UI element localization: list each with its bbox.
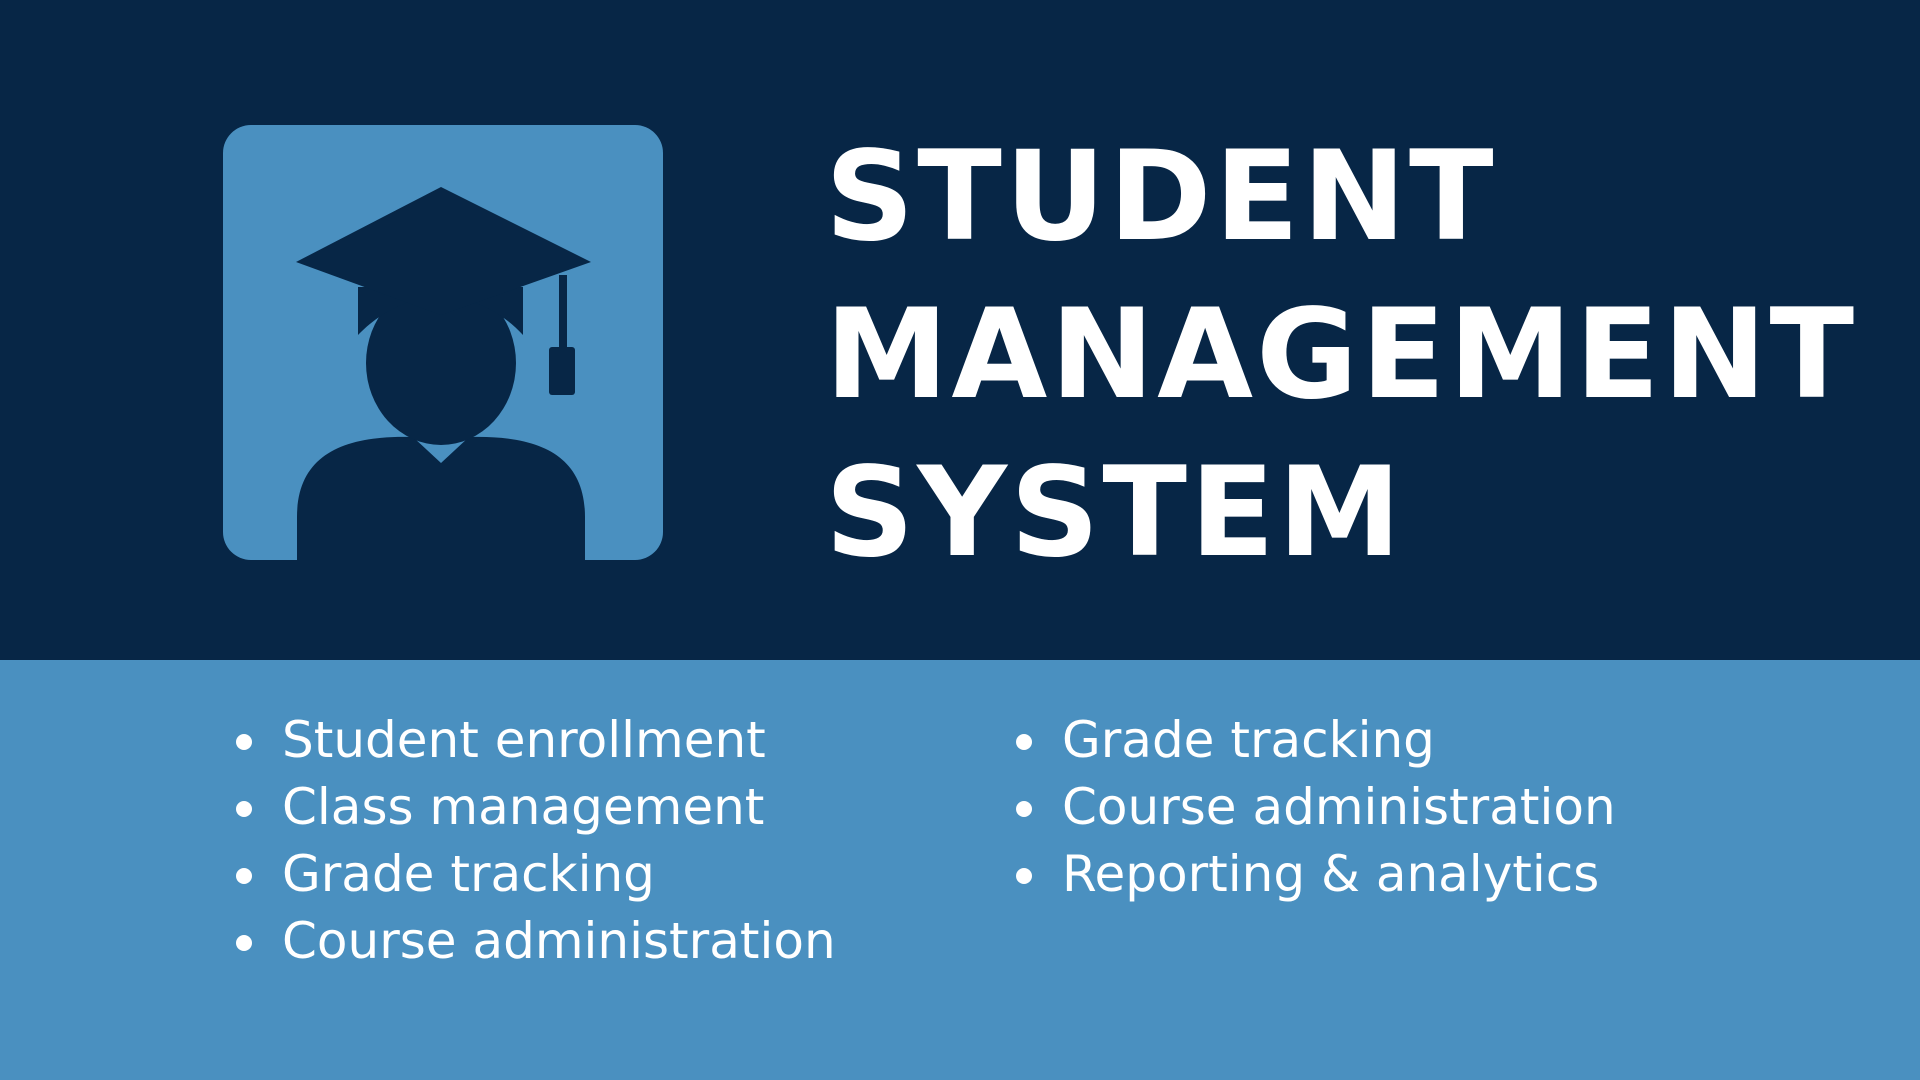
logo <box>223 125 663 560</box>
list-item: Course administration <box>1016 774 1616 841</box>
feature-list-right: Grade tracking Course administration Rep… <box>1016 707 1616 908</box>
feature-list-left: Student enrollment Class management Grad… <box>236 707 836 975</box>
title-line-1: STUDENT <box>825 125 1497 269</box>
list-item: Grade tracking <box>1016 707 1616 774</box>
graduate-student-icon <box>223 125 663 560</box>
header-panel: STUDENT MANAGEMENT SYSTEM <box>0 0 1920 660</box>
title-line-3: SYSTEM <box>825 441 1405 585</box>
title-line-2: MANAGEMENT <box>825 283 1858 427</box>
list-item: Class management <box>236 774 836 841</box>
page-title: STUDENT MANAGEMENT SYSTEM <box>825 118 1857 592</box>
list-item: Student enrollment <box>236 707 836 774</box>
list-item: Course administration <box>236 908 836 975</box>
banner: STUDENT MANAGEMENT SYSTEM Student enroll… <box>0 0 1920 1080</box>
list-item: Reporting & analytics <box>1016 841 1616 908</box>
list-item: Grade tracking <box>236 841 836 908</box>
